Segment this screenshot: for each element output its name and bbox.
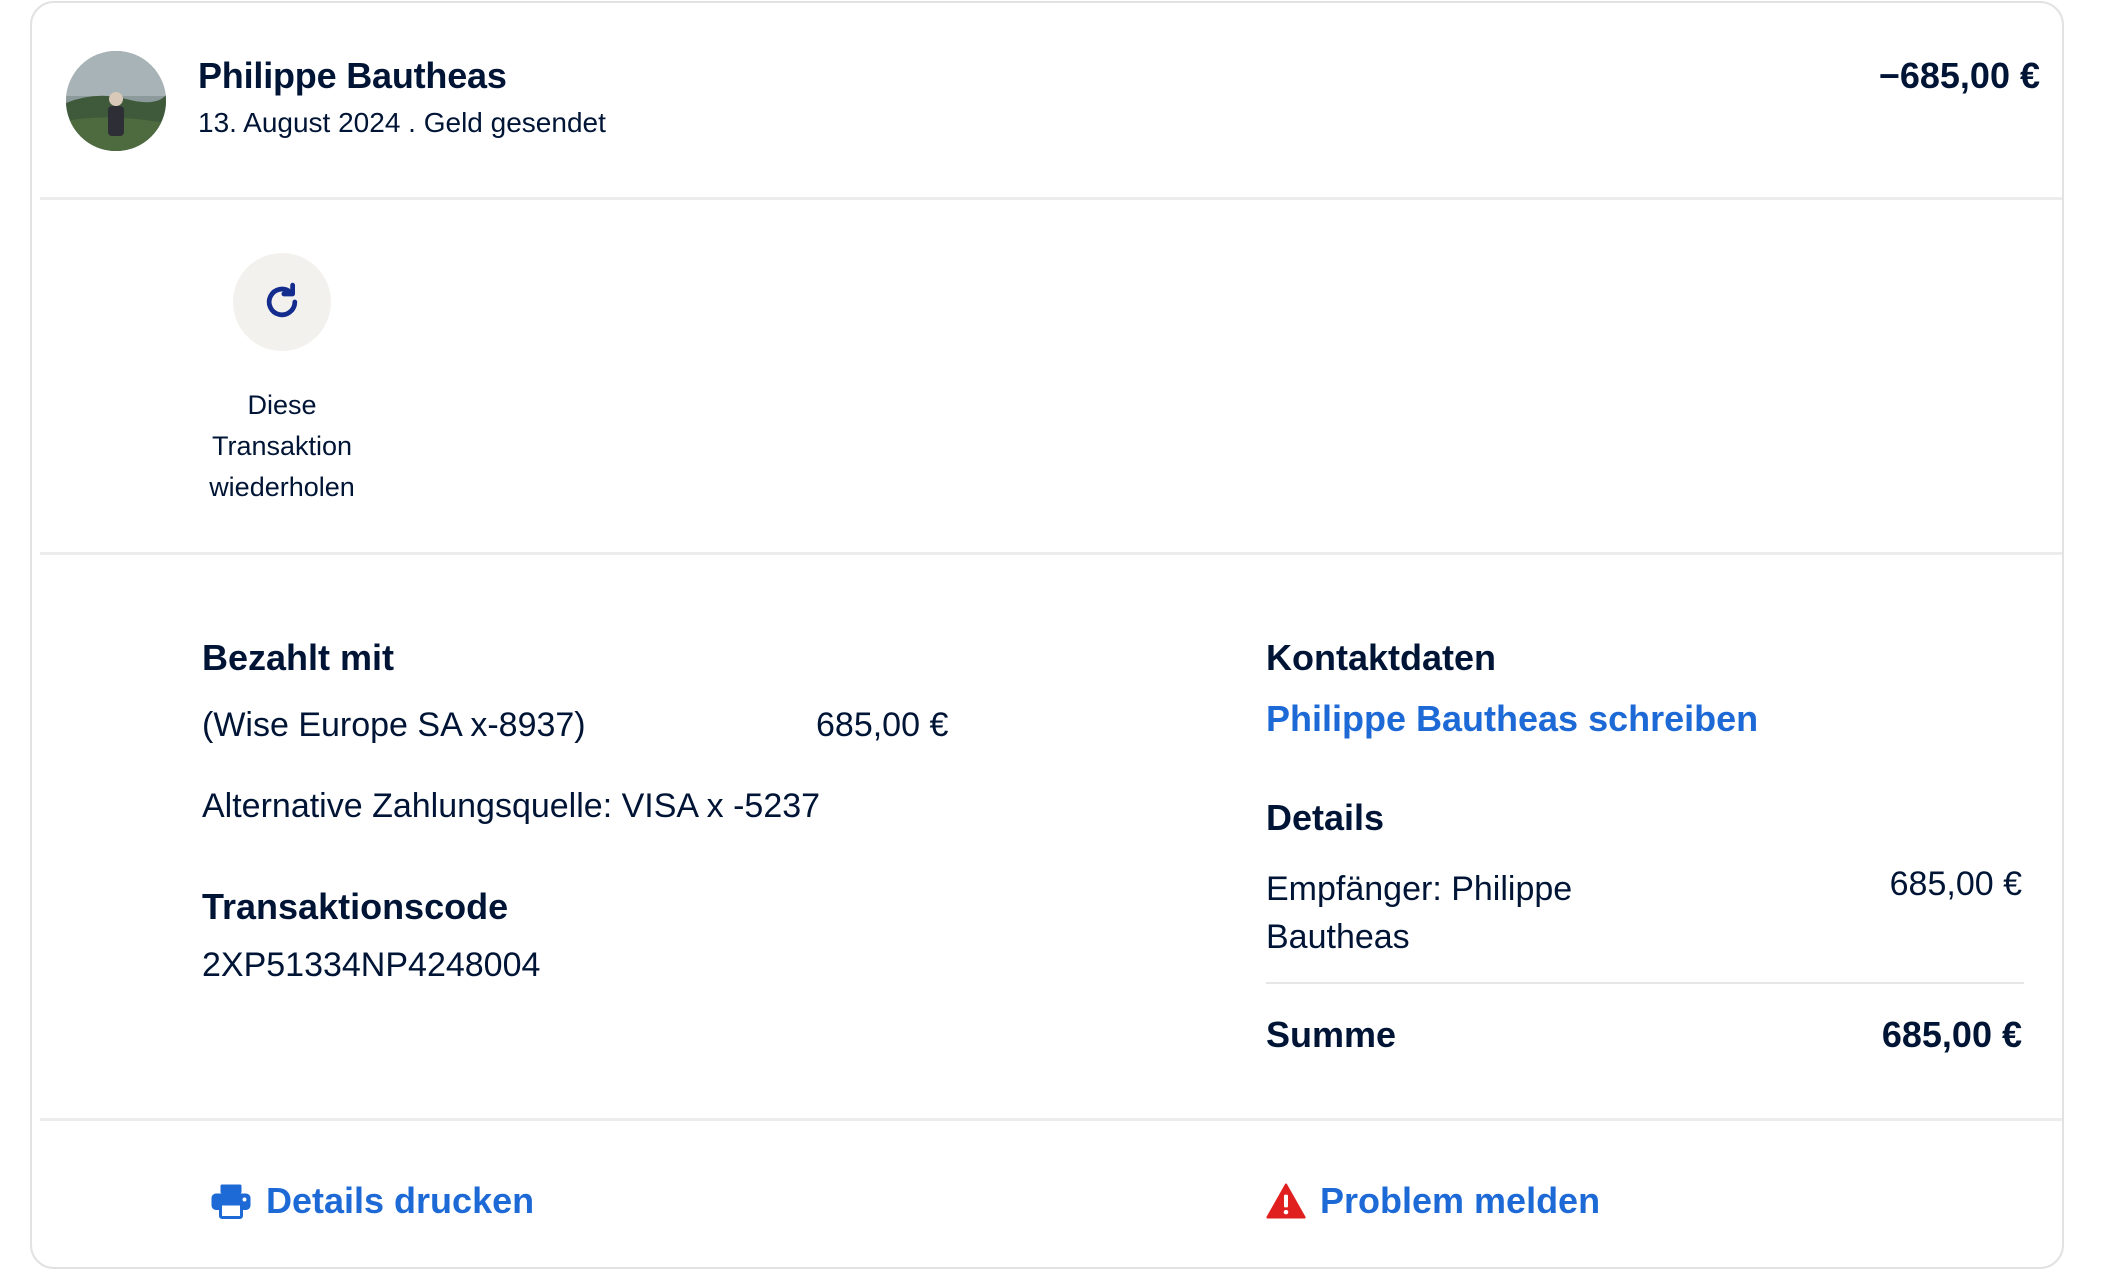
divider	[40, 197, 2062, 200]
repeat-transaction-button[interactable]: Diese Transaktion wiederholen	[182, 253, 382, 508]
print-details-label: Details drucken	[266, 1180, 535, 1221]
transaction-date-type: 13. August 2024 . Geld gesendet	[198, 107, 606, 138]
report-problem-button[interactable]: Problem melden	[1266, 1176, 1600, 1226]
recipient-amount: 685,00 €	[1889, 865, 2022, 903]
avatar-photo	[66, 51, 166, 151]
printer-icon	[211, 1184, 251, 1219]
transaction-amount: −685,00 €	[1878, 55, 2040, 96]
total-label: Summe	[1266, 1014, 1397, 1055]
contact-heading: Kontaktdaten	[1266, 637, 1497, 678]
avatar	[66, 51, 166, 151]
divider	[40, 1118, 2062, 1121]
transaction-code-heading: Transaktionscode	[202, 886, 509, 927]
recipient-name: Philippe Bautheas	[198, 55, 507, 96]
report-problem-label: Problem melden	[1320, 1180, 1601, 1221]
recipient-detail: Empfänger: Philippe Bautheas	[1266, 870, 1573, 956]
refresh-icon	[266, 282, 298, 318]
warning-icon	[1266, 1183, 1306, 1219]
divider	[40, 552, 2062, 555]
repeat-circle	[233, 253, 331, 351]
paid-with-heading: Bezahlt mit	[202, 637, 395, 678]
payment-source-amount: 685,00 €	[816, 706, 949, 744]
total-amount: 685,00 €	[1881, 1014, 2022, 1055]
repeat-transaction-label: Diese Transaktion wiederholen	[209, 390, 355, 502]
transaction-card: Philippe Bautheas 13. August 2024 . Geld…	[30, 1, 2064, 1269]
print-details-button[interactable]: Details drucken	[210, 1176, 534, 1226]
alternative-payment-source: Alternative Zahlungsquelle: VISA x -5237	[202, 787, 821, 825]
contact-link[interactable]: Philippe Bautheas schreiben	[1266, 698, 1758, 740]
transaction-code: 2XP51334NP4248004	[202, 946, 541, 984]
details-heading: Details	[1266, 797, 1385, 838]
payment-source: (Wise Europe SA x-8937)	[202, 706, 586, 744]
details-rule	[1266, 982, 2024, 984]
